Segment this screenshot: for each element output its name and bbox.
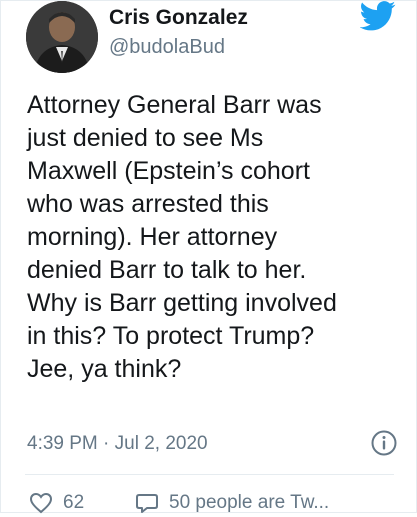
twitter-bird-icon[interactable] — [360, 1, 396, 31]
avatar-portrait — [26, 1, 98, 73]
divider — [25, 474, 394, 475]
tweet-timestamp[interactable]: 4:39 PM · Jul 2, 2020 — [27, 433, 208, 455]
user-handle[interactable]: @budolaBud — [109, 36, 225, 59]
reply-button[interactable]: 50 people are Tw... — [135, 491, 329, 517]
info-icon[interactable] — [371, 430, 397, 456]
tweet-text: Attorney General Barr was just denied to… — [27, 91, 337, 383]
like-count: 62 — [63, 492, 85, 513]
avatar[interactable] — [26, 1, 98, 73]
heart-icon — [29, 492, 53, 514]
like-button[interactable]: 62 — [29, 491, 84, 517]
display-name[interactable]: Cris Gonzalez — [109, 6, 248, 30]
tweet-card: Cris Gonzalez @budolaBud Attorney Genera… — [0, 0, 417, 514]
speech-bubble-icon — [136, 494, 158, 513]
reply-summary: 50 people are Tw... — [169, 492, 330, 513]
